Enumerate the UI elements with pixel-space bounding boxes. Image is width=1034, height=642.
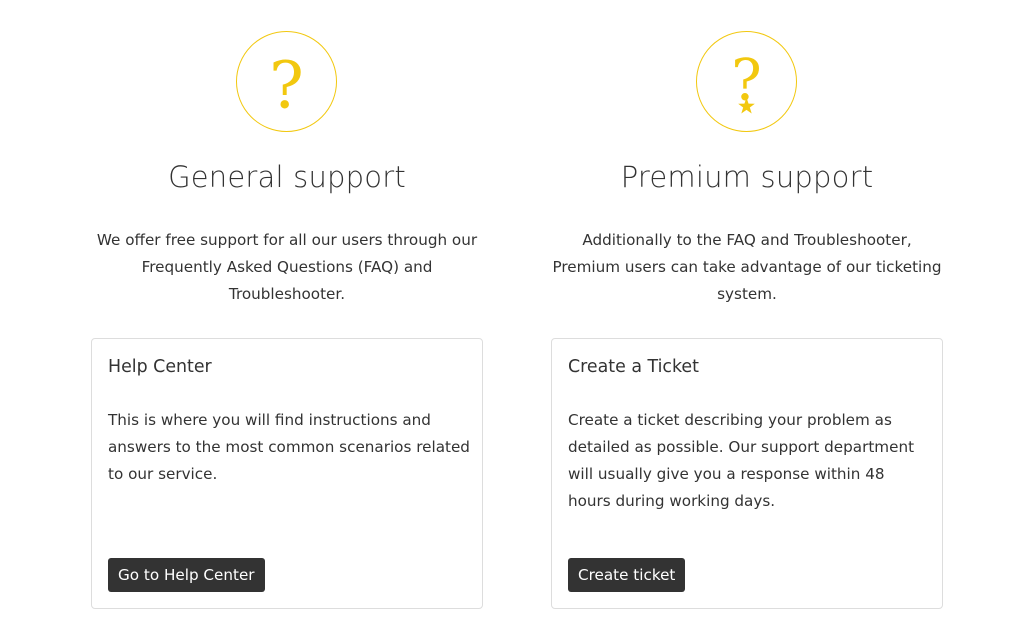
help-center-card-title: Help Center xyxy=(108,357,212,377)
premium-support-intro: Additionally to the FAQ and Troubleshoot… xyxy=(552,231,942,303)
question-star-glyph: ? xyxy=(731,48,761,114)
general-support-intro: We offer free support for all our users … xyxy=(96,231,478,303)
question-star-icon: ? xyxy=(696,31,797,132)
create-ticket-button[interactable]: Create ticket xyxy=(568,558,686,592)
create-ticket-card: Create a Ticket Create a ticket describi… xyxy=(551,338,943,609)
create-ticket-card-body: Create a ticket describing your problem … xyxy=(568,411,915,510)
go-to-help-center-button[interactable]: Go to Help Center xyxy=(108,558,265,592)
help-center-card: Help Center This is where you will find … xyxy=(91,338,483,609)
svg-text:?: ? xyxy=(269,48,304,123)
help-center-card-body: This is where you will find instructions… xyxy=(108,411,470,483)
premium-support-title: Premium support xyxy=(620,160,874,194)
question-mark-icon: ? xyxy=(236,31,337,132)
create-ticket-card-title: Create a Ticket xyxy=(568,357,699,377)
question-mark-glyph: ? xyxy=(269,48,304,123)
general-support-title: General support xyxy=(168,160,406,194)
